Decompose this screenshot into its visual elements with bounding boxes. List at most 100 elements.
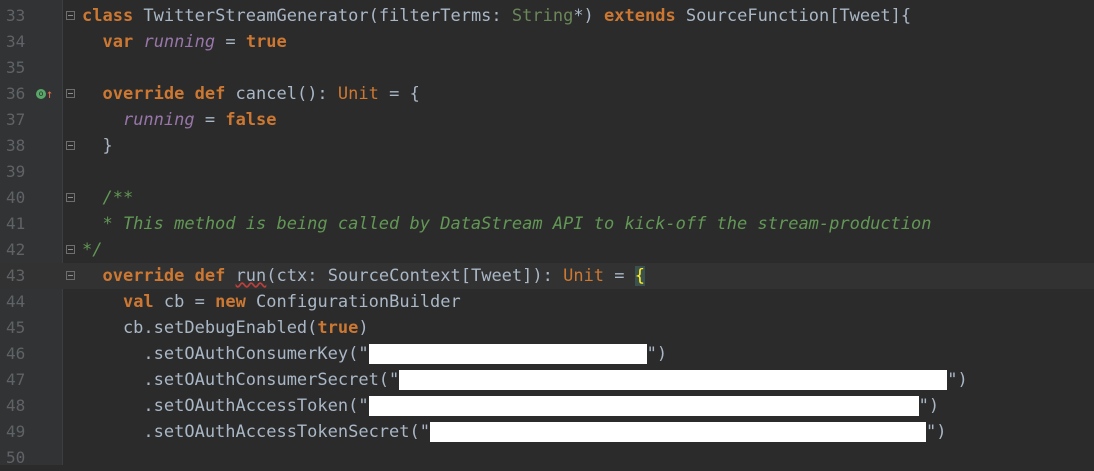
line-number: 40 <box>6 188 26 207</box>
fold-toggle-icon[interactable] <box>66 141 75 150</box>
code-line-46[interactable]: 46 .setOAuthConsumerKey(" ") <box>0 341 1094 367</box>
code-line-48[interactable]: 48 .setOAuthAccessToken(" ") <box>0 393 1094 419</box>
code-token: true <box>245 32 287 52</box>
code-token: run <box>235 266 267 286</box>
code-text[interactable]: running = false <box>82 107 277 133</box>
code-token: var <box>102 32 134 52</box>
line-number: 34 <box>6 32 26 51</box>
code-editor[interactable]: 33 class TwitterStreamGenerator(filterTer… <box>0 0 1094 467</box>
code-token: ") <box>947 370 968 390</box>
code-line-40[interactable]: 40 /** <box>0 185 1094 211</box>
code-token: /** <box>82 188 134 208</box>
code-token: new <box>215 292 246 312</box>
code-text[interactable]: override def run(ctx: SourceContext[Twee… <box>82 263 646 289</box>
code-token: TwitterStreamGenerator(filterTerms: <box>133 6 512 26</box>
line-number: 49 <box>6 422 26 441</box>
fold-toggle-icon[interactable] <box>66 193 75 202</box>
code-text[interactable]: cb.setDebugEnabled(true) <box>82 315 369 341</box>
code-token: true <box>317 318 359 338</box>
code-line-35[interactable]: 35 <box>0 55 1094 81</box>
code-token: *) <box>573 6 605 26</box>
line-number: 48 <box>6 396 26 415</box>
code-line-34[interactable]: 34 var running = true <box>0 29 1094 55</box>
code-token: Unit <box>337 84 379 104</box>
code-token: = { <box>378 84 420 104</box>
code-text[interactable]: var running = true <box>82 29 287 55</box>
code-token: .setOAuthAccessToken(" <box>82 396 369 416</box>
line-number: 45 <box>6 318 26 337</box>
code-line-42[interactable]: 42 */ <box>0 237 1094 263</box>
code-token: } <box>82 136 113 156</box>
fold-toggle-icon[interactable] <box>66 245 75 254</box>
code-token: val <box>122 292 154 312</box>
code-text[interactable]: class TwitterStreamGenerator(filterTerms… <box>82 3 911 29</box>
override-gutter-icon[interactable]: o ↑ <box>36 86 56 102</box>
line-number: 50 <box>6 448 26 467</box>
code-line-36[interactable]: 36 o ↑ override def cancel(): Unit = { <box>0 81 1094 107</box>
code-token: .setOAuthAccessTokenSecret(" <box>82 422 430 442</box>
line-number: 44 <box>6 292 26 311</box>
code-text[interactable]: .setOAuthAccessToken(" ") <box>82 393 939 419</box>
code-token: = <box>604 266 635 286</box>
code-token: extends <box>604 6 676 26</box>
fold-toggle-icon[interactable] <box>66 11 75 20</box>
line-number: 41 <box>6 214 26 233</box>
code-line-41[interactable]: 41 * This method is being called by Data… <box>0 211 1094 237</box>
code-line-49[interactable]: 49 .setOAuthAccessTokenSecret(" ") <box>0 419 1094 445</box>
code-text[interactable]: /** <box>82 185 133 211</box>
code-line-44[interactable]: 44 val cb = new ConfigurationBuilder <box>0 289 1094 315</box>
code-text[interactable]: .setOAuthConsumerSecret(" ") <box>82 367 968 393</box>
line-number: 43 <box>6 266 26 285</box>
code-token: override def <box>102 84 226 104</box>
code-token: ) <box>358 318 369 338</box>
code-line-37[interactable]: 37 running = false <box>0 107 1094 133</box>
line-number: 36 <box>6 84 26 103</box>
code-token: cb.setDebugEnabled( <box>82 318 318 338</box>
code-token: String <box>511 6 574 26</box>
code-token: */ <box>82 240 103 260</box>
line-number: 35 <box>6 58 26 77</box>
code-token: cancel(): <box>225 84 338 104</box>
code-token: = <box>215 32 246 52</box>
fold-toggle-icon[interactable] <box>66 89 75 98</box>
code-line-43[interactable]: 43 override def run(ctx: SourceContext[T… <box>0 263 1094 289</box>
line-number: 42 <box>6 240 26 259</box>
code-line-38[interactable]: 38 } <box>0 133 1094 159</box>
line-number: 39 <box>6 162 26 181</box>
code-text[interactable]: .setOAuthAccessTokenSecret(" ") <box>82 419 946 445</box>
fold-toggle-icon[interactable] <box>66 271 75 280</box>
code-token: running <box>122 110 195 130</box>
line-number: 38 <box>6 136 26 155</box>
code-token: (ctx: SourceContext[Tweet]): <box>266 266 564 286</box>
code-text[interactable]: val cb = new ConfigurationBuilder <box>82 289 461 315</box>
redacted-string <box>399 370 948 390</box>
code-text[interactable]: override def cancel(): Unit = { <box>82 81 420 107</box>
code-token: = <box>194 110 226 130</box>
code-token: .setOAuthConsumerKey(" <box>82 344 369 364</box>
code-text[interactable]: * This method is being called by DataStr… <box>82 211 932 237</box>
redacted-string <box>430 422 926 442</box>
code-text[interactable]: .setOAuthConsumerKey(" ") <box>82 341 667 367</box>
code-token: override def <box>102 266 226 286</box>
code-line-33[interactable]: 33 class TwitterStreamGenerator(filterTer… <box>0 3 1094 29</box>
line-number: 46 <box>6 344 26 363</box>
code-line-47[interactable]: 47 .setOAuthConsumerSecret(" ") <box>0 367 1094 393</box>
line-number: 33 <box>6 6 26 25</box>
code-token: SourceFunction[Tweet]{ <box>675 6 912 26</box>
code-line-50[interactable]: 50 <box>0 445 1094 471</box>
code-text[interactable]: } <box>82 133 113 159</box>
code-text[interactable]: */ <box>82 237 102 263</box>
line-number: 47 <box>6 370 26 389</box>
code-token: * This method is being called by DataStr… <box>82 214 932 234</box>
code-line-39[interactable]: 39 <box>0 159 1094 185</box>
code-line-45[interactable]: 45 cb.setDebugEnabled(true) <box>0 315 1094 341</box>
code-token: ") <box>918 396 940 416</box>
code-token: false <box>225 110 277 130</box>
